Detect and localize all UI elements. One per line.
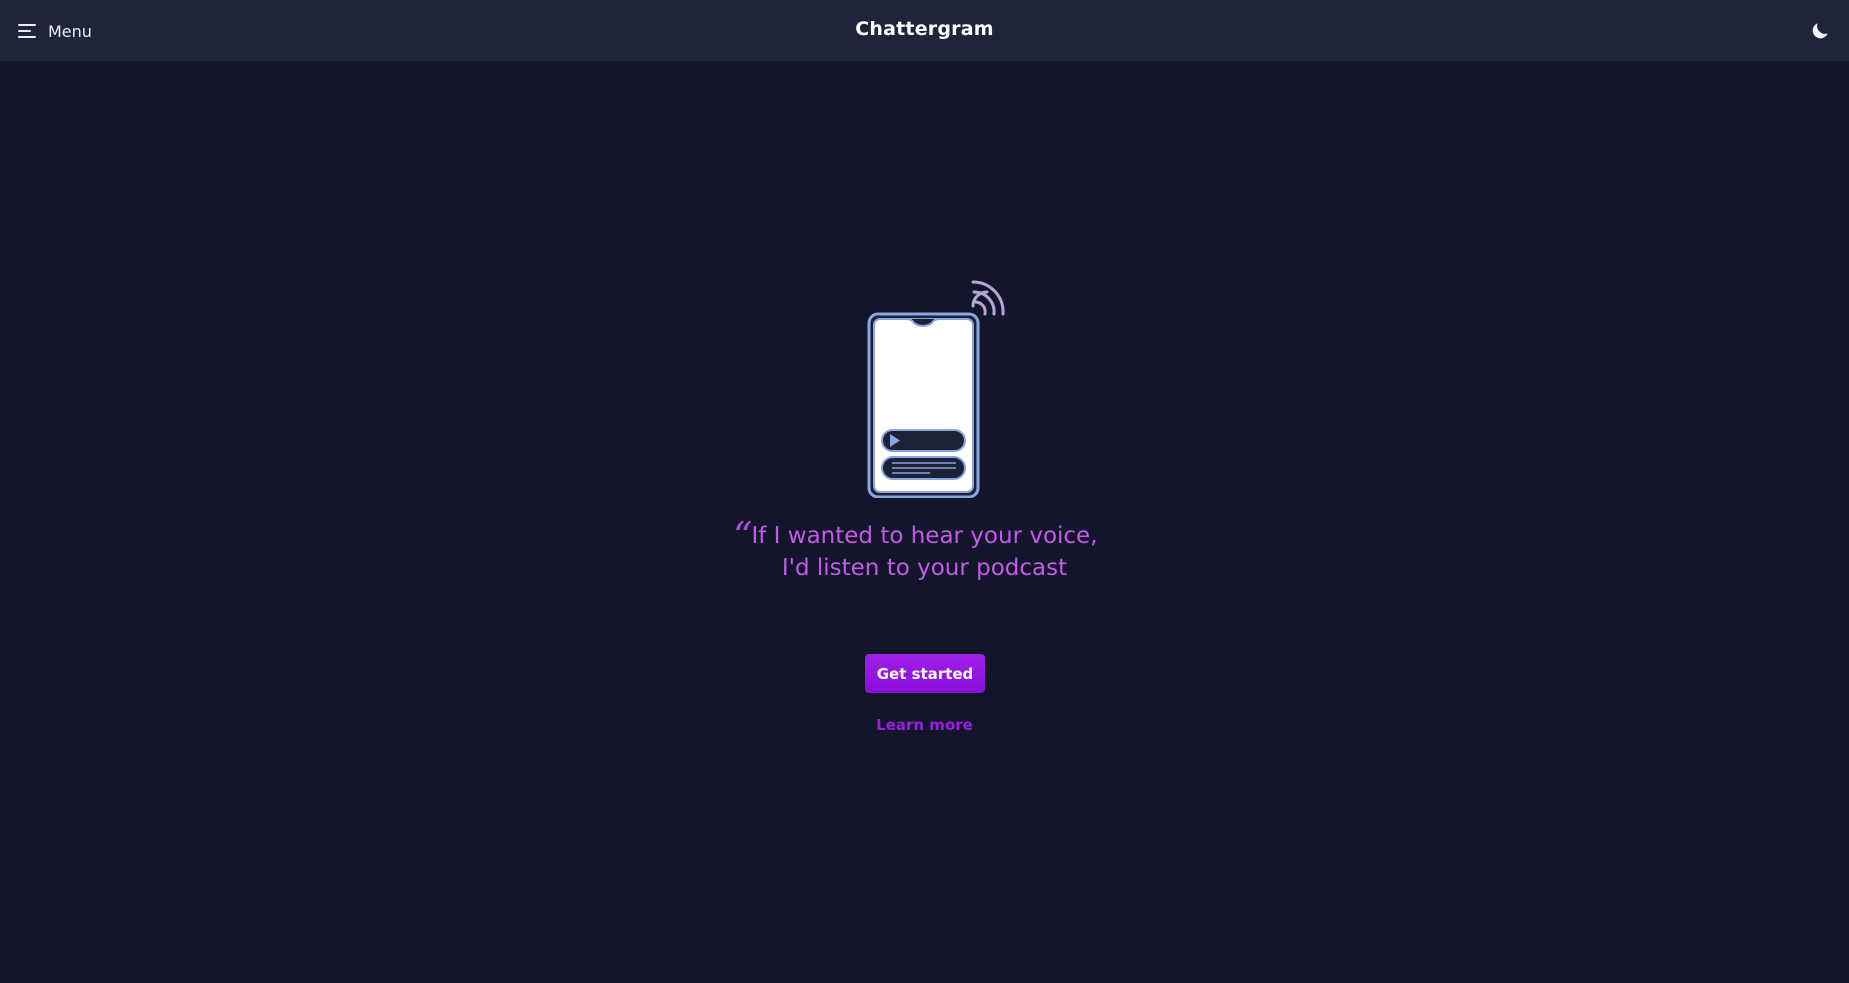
moon-icon[interactable]	[1809, 20, 1831, 42]
app-title: Chattergram	[855, 18, 994, 40]
hero-section: “ If I wanted to hear your voice, I'd li…	[0, 62, 1849, 983]
phone-podcast-icon	[867, 280, 1005, 498]
tagline-line-1: If I wanted to hear your voice,	[751, 523, 1098, 549]
top-bar: Menu Chattergram	[0, 0, 1849, 62]
tagline-line-2: I'd listen to your podcast	[781, 555, 1068, 581]
learn-more-link[interactable]: Learn more	[0, 716, 1849, 734]
get-started-button[interactable]: Get started	[865, 654, 985, 693]
tagline-quote: If I wanted to hear your voice, I'd list…	[0, 520, 1849, 584]
